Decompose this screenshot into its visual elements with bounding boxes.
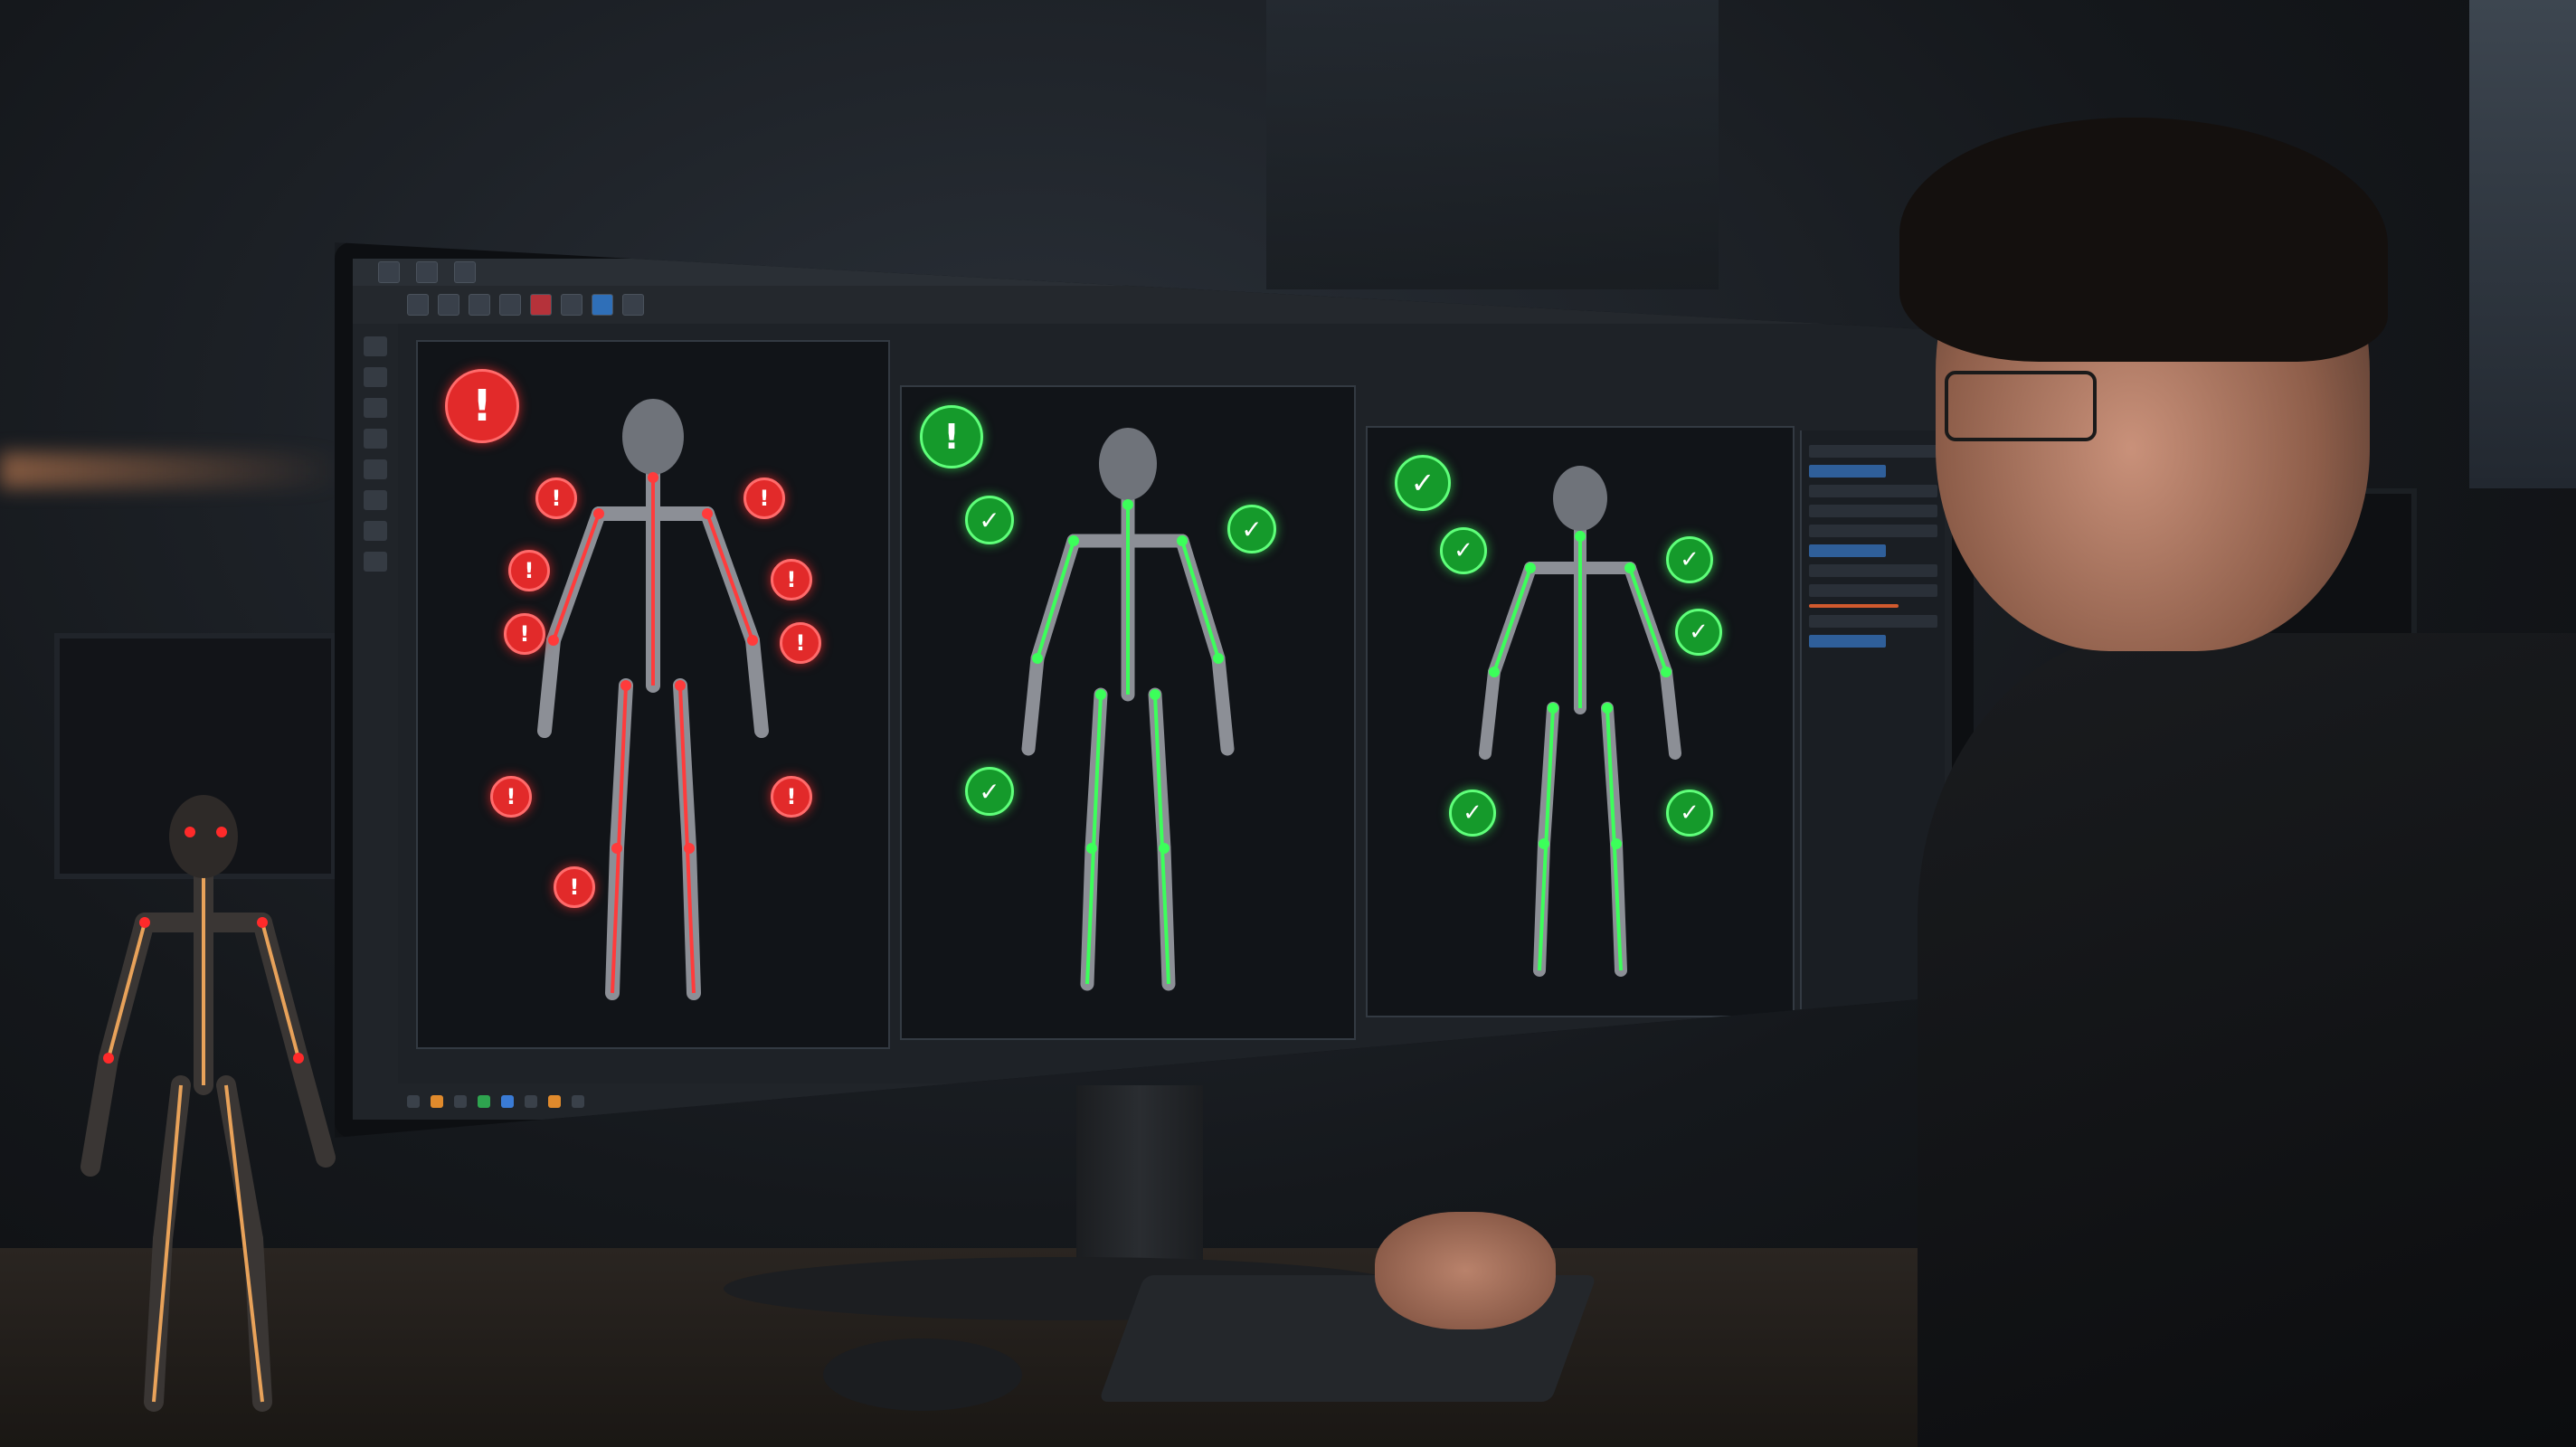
panel-row-selected[interactable] (1809, 544, 1887, 557)
check-icon: ✓ (1449, 790, 1496, 837)
timeline-button[interactable] (454, 1095, 467, 1108)
panel-row[interactable] (1809, 564, 1937, 577)
record-button[interactable] (530, 294, 552, 316)
check-icon: ✓ (1395, 455, 1451, 511)
panel-row[interactable] (1809, 445, 1937, 458)
skeleton-figurine (80, 795, 336, 1412)
warning-icon: ! (554, 866, 595, 908)
glasses (1945, 371, 2097, 441)
viewport-fixed-rig[interactable]: ! ✓ ✓ ✓ (900, 385, 1356, 1040)
panel-row-selected[interactable] (1809, 465, 1887, 478)
joint-tool-icon[interactable] (364, 459, 387, 479)
tool-strip (353, 324, 398, 1083)
person-torso (1918, 633, 2576, 1447)
skeleton-verified (1479, 466, 1681, 977)
toolbar-button[interactable] (561, 294, 582, 316)
toolbar-button[interactable] (469, 294, 490, 316)
warning-icon: ! (508, 550, 550, 591)
move-tool-icon[interactable] (364, 367, 387, 387)
background-shelf (1266, 0, 1719, 289)
panel-row[interactable] (1809, 615, 1937, 628)
select-tool-icon[interactable] (364, 336, 387, 356)
warning-icon: ! (490, 776, 532, 818)
warning-icon: ! (445, 369, 519, 443)
skeleton-error (537, 399, 769, 1000)
panel-row[interactable] (1809, 584, 1937, 597)
timeline-button[interactable] (431, 1095, 443, 1108)
check-icon: ✓ (1440, 527, 1487, 574)
timeline-button[interactable] (407, 1095, 420, 1108)
person-hair (1899, 118, 2388, 362)
menu-item[interactable] (416, 261, 438, 283)
check-icon: ! (920, 405, 983, 468)
check-icon: ✓ (1675, 609, 1722, 656)
menu-item[interactable] (378, 261, 400, 283)
monitor-stand (1076, 1085, 1203, 1266)
tool-icon[interactable] (364, 552, 387, 572)
curved-monitor: ! ! ! ! ! ! ! ! ! ! ! ✓ ✓ ✓ ✓ ✓ ✓ ✓ ✓ ✓ (335, 242, 1974, 1138)
paint-weights-icon[interactable] (364, 521, 387, 541)
check-icon: ✓ (965, 767, 1014, 816)
skeleton-ok (1021, 428, 1235, 991)
check-icon: ✓ (965, 496, 1014, 544)
toolbar-button[interactable] (438, 294, 459, 316)
viewport-error-rig[interactable]: ! ! ! ! ! ! ! ! ! ! (416, 340, 890, 1049)
panel-row[interactable] (1809, 525, 1937, 537)
timeline-button[interactable] (478, 1095, 490, 1108)
viewport-verified-rig[interactable]: ✓ ✓ ✓ ✓ ✓ ✓ (1366, 426, 1795, 1017)
mouse (823, 1338, 1022, 1411)
timeline-button[interactable] (501, 1095, 514, 1108)
warning-icon: ! (771, 776, 812, 818)
warning-icon: ! (771, 559, 812, 601)
timeline-button[interactable] (525, 1095, 537, 1108)
warning-icon: ! (535, 478, 577, 519)
warning-icon: ! (780, 622, 821, 664)
main-toolbar (353, 286, 1952, 324)
panel-row[interactable] (1809, 505, 1937, 517)
toolbar-button[interactable] (622, 294, 644, 316)
timeline-button[interactable] (548, 1095, 561, 1108)
check-icon: ✓ (1666, 790, 1713, 837)
check-icon: ✓ (1666, 536, 1713, 583)
warning-icon: ! (504, 613, 545, 655)
warning-icon: ! (743, 478, 785, 519)
person-hand (1375, 1212, 1556, 1329)
panel-row-selected[interactable] (1809, 635, 1887, 648)
ik-tool-icon[interactable] (364, 490, 387, 510)
wall-light (0, 452, 344, 488)
timeline-button[interactable] (572, 1095, 584, 1108)
check-icon: ✓ (1227, 505, 1276, 553)
toolbar-button[interactable] (499, 294, 521, 316)
toolbar-button[interactable] (407, 294, 429, 316)
rigging-software-window: ! ! ! ! ! ! ! ! ! ! ! ✓ ✓ ✓ ✓ ✓ ✓ ✓ ✓ ✓ (353, 259, 1952, 1120)
panel-row[interactable] (1809, 485, 1937, 497)
scale-tool-icon[interactable] (364, 429, 387, 449)
background-window (2469, 0, 2576, 488)
toolbar-button[interactable] (592, 294, 613, 316)
weight-slider[interactable] (1809, 604, 1899, 608)
rotate-tool-icon[interactable] (364, 398, 387, 418)
menu-item[interactable] (454, 261, 476, 283)
